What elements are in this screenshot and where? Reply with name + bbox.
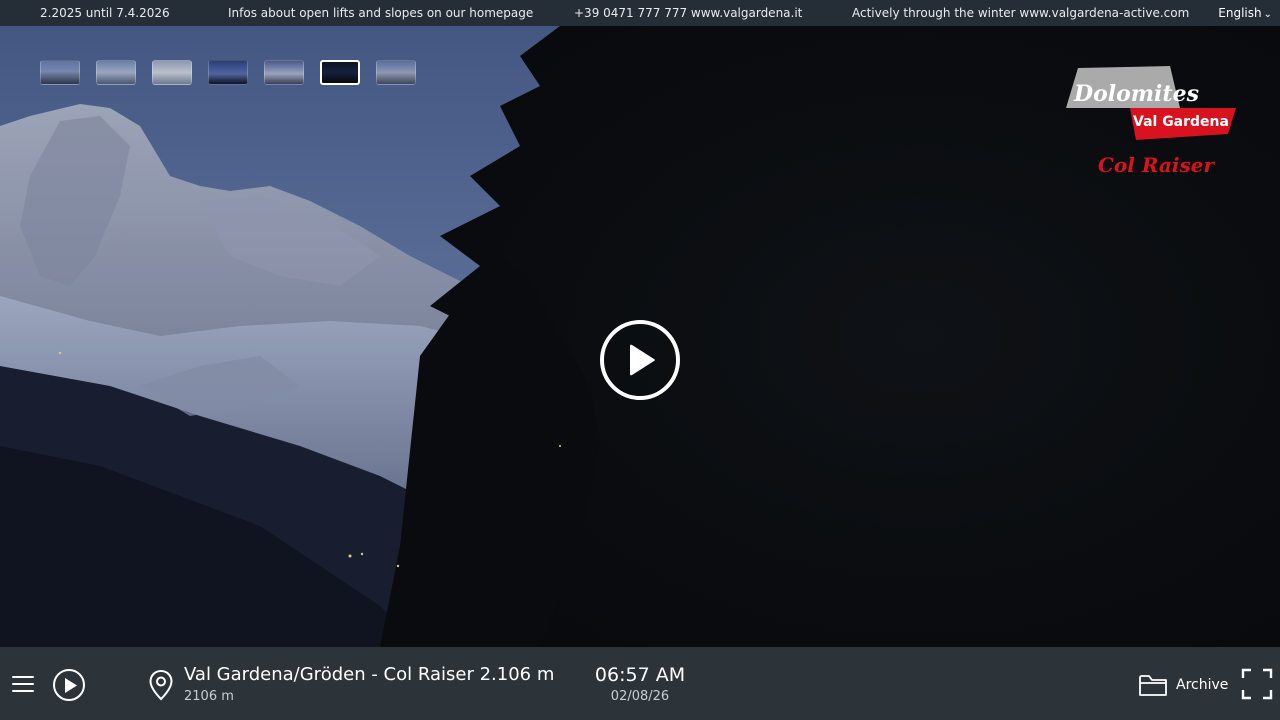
thumbnail-5[interactable] <box>264 60 304 85</box>
thumbnail-6[interactable] <box>320 60 360 85</box>
clock-date: 02/08/26 <box>610 689 670 704</box>
language-selector[interactable]: English ⌄ <box>1218 0 1272 28</box>
play-icon <box>65 678 77 693</box>
menu-button[interactable] <box>12 674 34 694</box>
logo-line1: Dolomites <box>1073 81 1199 107</box>
logo-line3: Col Raiser <box>1098 153 1215 177</box>
archive-label: Archive <box>1176 677 1229 693</box>
language-label: English <box>1218 6 1262 20</box>
folder-icon <box>1139 675 1167 696</box>
ticker-item: Actively through the winter www.valgarde… <box>852 6 1190 20</box>
fullscreen-icon[interactable] <box>1241 668 1273 700</box>
thumbnail-7[interactable] <box>376 60 416 85</box>
logo-line2: Val Gardena <box>1133 114 1229 130</box>
location-altitude: 2106 m <box>184 689 234 704</box>
thumbnail-1[interactable] <box>40 60 80 85</box>
location-title: Val Gardena/Gröden - Col Raiser 2.106 m <box>184 664 555 685</box>
ticker-item: +39 0471 777 777 www.valgardena.it <box>574 6 803 20</box>
clock-time: 06:57 AM <box>594 664 686 686</box>
map-pin-icon <box>149 669 173 701</box>
thumbnail-2[interactable] <box>96 60 136 85</box>
thumbnail-4[interactable] <box>208 60 248 85</box>
thumbnail-3[interactable] <box>152 60 192 85</box>
play-icon <box>630 344 655 376</box>
ticker-item: 2.2025 until 7.4.2026 <box>40 6 170 20</box>
ticker-bar: 2.2025 until 7.4.2026 Infos about open l… <box>0 0 1280 26</box>
ticker-item: Infos about open lifts and slopes on our… <box>228 6 534 20</box>
chevron-down-icon: ⌄ <box>1263 9 1272 20</box>
dolomites-val-gardena-logo: Dolomites Val Gardena Col Raiser <box>1060 64 1240 184</box>
big-play-button[interactable] <box>600 320 680 400</box>
play-button[interactable] <box>53 669 85 701</box>
